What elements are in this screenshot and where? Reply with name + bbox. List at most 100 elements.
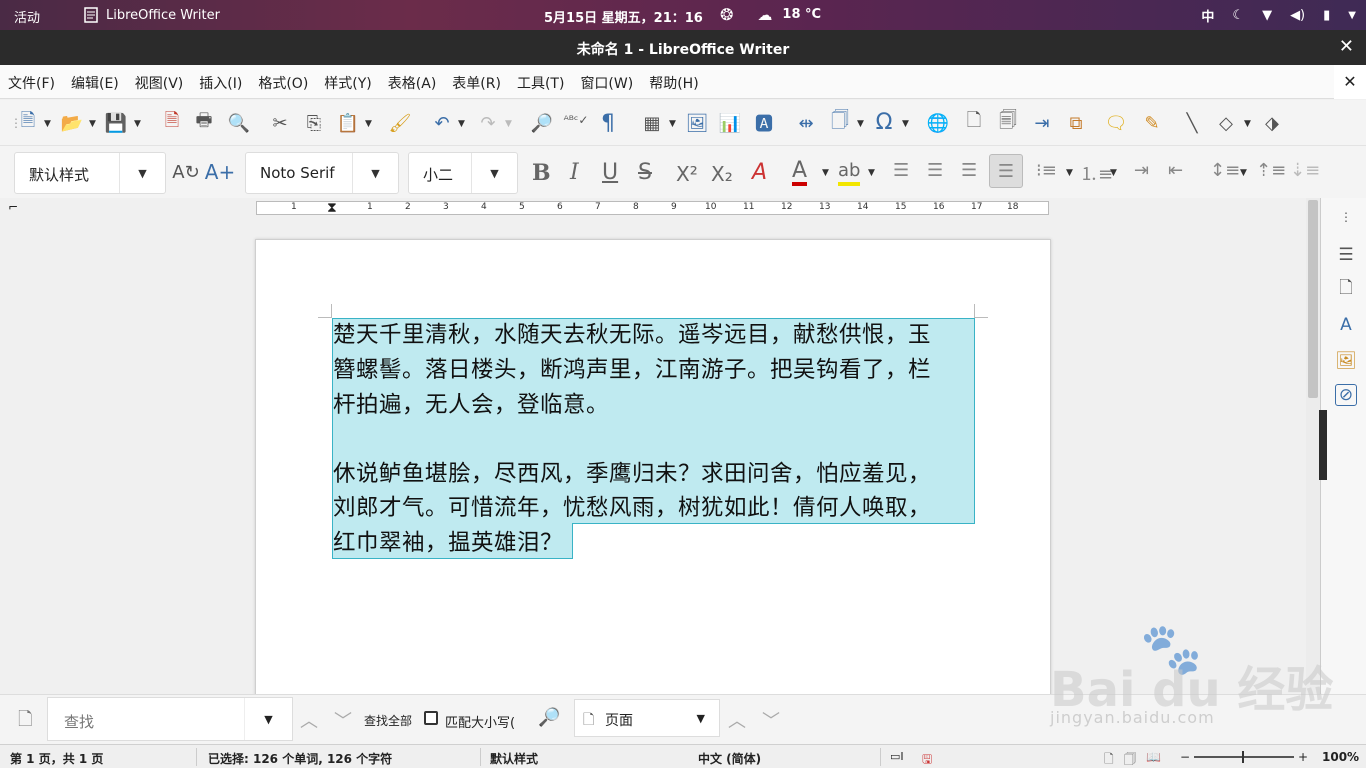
highlight-dropdown-icon[interactable]: ▼ bbox=[868, 168, 875, 178]
menu-view[interactable]: 视图(V) bbox=[135, 73, 184, 93]
battery-icon[interactable]: ▮ bbox=[1323, 8, 1330, 23]
insert-text-box-icon[interactable]: 🅰 bbox=[752, 111, 776, 135]
document-page[interactable]: 楚天千里清秋，水随天去秋无际。遥岑远目，献愁供恨，玉 簪螺髻。落日楼头，断鸿声里… bbox=[255, 239, 1051, 694]
document-close-icon[interactable]: ✕ bbox=[1334, 65, 1366, 99]
basic-shapes-icon[interactable]: ◇ bbox=[1214, 111, 1238, 135]
new-document-icon[interactable]: 🗎 bbox=[16, 110, 40, 135]
open-folder-icon[interactable]: 📂 bbox=[60, 111, 84, 135]
paste-icon[interactable]: 📋 bbox=[336, 111, 360, 135]
special-character-icon[interactable]: Ω bbox=[872, 110, 896, 135]
formatting-marks-icon[interactable]: ¶ bbox=[596, 111, 620, 136]
zoom-in-icon[interactable]: + bbox=[1298, 750, 1308, 764]
menu-styles[interactable]: 样式(Y) bbox=[324, 73, 371, 93]
cut-icon[interactable]: ✂ bbox=[268, 111, 292, 135]
numbered-list-icon[interactable]: ⒈≡ bbox=[1080, 160, 1113, 186]
line-spacing-dropdown-icon[interactable]: ▼ bbox=[1240, 168, 1247, 178]
menu-help[interactable]: 帮助(H) bbox=[649, 73, 698, 93]
chevron-down-icon[interactable]: ▼ bbox=[244, 698, 292, 740]
find-previous-icon[interactable]: ︿ bbox=[300, 707, 318, 733]
menu-form[interactable]: 表单(R) bbox=[452, 73, 501, 93]
properties-icon[interactable]: ☰ bbox=[1335, 244, 1357, 266]
navigate-next-icon[interactable]: ﹀ bbox=[762, 707, 780, 733]
redo-dropdown-icon[interactable]: ▼ bbox=[505, 119, 512, 129]
wifi-icon[interactable]: ▼ bbox=[1262, 8, 1272, 23]
save-icon[interactable]: 💾 bbox=[104, 111, 128, 135]
document-area[interactable]: 楚天千里清秋，水随天去秋无际。遥岑远目，献愁供恨，玉 簪螺髻。落日楼头，断鸿声里… bbox=[0, 220, 1306, 694]
export-pdf-icon[interactable]: 🗎 bbox=[160, 110, 184, 135]
italic-icon[interactable]: I bbox=[570, 160, 579, 185]
insert-comment-icon[interactable]: 🗨 bbox=[1104, 111, 1128, 135]
underline-icon[interactable]: U bbox=[602, 160, 618, 185]
copy-icon[interactable]: ⎘ bbox=[302, 111, 326, 135]
menu-tools[interactable]: 工具(T) bbox=[517, 73, 564, 93]
menu-format[interactable]: 格式(O) bbox=[258, 73, 308, 93]
word-count[interactable]: 已选择: 126 个单词, 126 个字符 bbox=[208, 750, 392, 767]
find-all-button[interactable]: 查找全部 bbox=[364, 712, 412, 729]
text-line[interactable]: 杆拍遍，无人会，登临意。 bbox=[333, 388, 609, 423]
shapes-dropdown-icon[interactable]: ▼ bbox=[1244, 119, 1251, 129]
font-color-dropdown-icon[interactable]: ▼ bbox=[822, 168, 829, 178]
zoom-out-icon[interactable]: − bbox=[1180, 750, 1190, 764]
text-line[interactable]: 休说鲈鱼堪脍，尽西风，季鹰归未？求田问舍，怕应羞见， bbox=[333, 457, 931, 492]
sidebar-collapse-handle[interactable] bbox=[1319, 410, 1327, 480]
volume-icon[interactable]: ◀) bbox=[1290, 8, 1305, 23]
navigator-icon[interactable]: ⊘ bbox=[1335, 384, 1357, 406]
find-replace-icon[interactable]: 🔎 bbox=[530, 111, 554, 135]
text-line[interactable]: 红巾翠袖，揾英雄泪？ bbox=[333, 526, 563, 561]
chevron-down-icon[interactable]: ▼ bbox=[471, 153, 517, 193]
table-dropdown-icon[interactable]: ▼ bbox=[669, 119, 676, 129]
find-replace-icon[interactable]: 🔎 bbox=[538, 707, 560, 728]
vertical-scrollbar[interactable] bbox=[1306, 198, 1320, 694]
align-right-icon[interactable]: ☰ bbox=[961, 160, 977, 181]
zoom-slider-thumb[interactable] bbox=[1242, 751, 1244, 763]
paste-dropdown-icon[interactable]: ▼ bbox=[365, 119, 372, 129]
open-dropdown-icon[interactable]: ▼ bbox=[89, 119, 96, 129]
draw-functions-icon[interactable]: ⬗ bbox=[1260, 111, 1284, 135]
close-find-bar-icon[interactable]: 🗋 bbox=[18, 707, 32, 737]
indent-marker-icon[interactable]: ⧗ bbox=[327, 200, 337, 216]
input-method-indicator[interactable]: 中 bbox=[1201, 6, 1214, 25]
font-name-combo[interactable]: Noto Serif C ▼ bbox=[245, 152, 399, 194]
navigate-by-combo[interactable]: 🗋 页面 ▼ bbox=[574, 699, 720, 737]
insert-line-icon[interactable]: ╲ bbox=[1180, 111, 1204, 135]
font-size-combo[interactable]: 小二 ▼ bbox=[408, 152, 518, 194]
increase-paragraph-spacing-icon[interactable]: ⇡≡ bbox=[1256, 160, 1286, 181]
menu-window[interactable]: 窗口(W) bbox=[580, 73, 633, 93]
insert-table-icon[interactable]: ▦ bbox=[640, 111, 664, 135]
decrease-paragraph-spacing-icon[interactable]: ⇣≡ bbox=[1290, 160, 1320, 181]
new-style-icon[interactable]: A+ bbox=[205, 160, 235, 184]
horizontal-ruler[interactable]: 1 ⧗ 1 2 3 4 5 6 7 8 9 10 11 12 13 14 15 … bbox=[256, 200, 1049, 216]
save-dropdown-icon[interactable]: ▼ bbox=[134, 119, 141, 129]
align-left-icon[interactable]: ☰ bbox=[893, 160, 909, 181]
decrease-indent-icon[interactable]: ⇤ bbox=[1168, 160, 1183, 181]
single-page-view-icon[interactable]: 🗋 bbox=[1104, 750, 1114, 768]
redo-icon[interactable]: ↷ bbox=[476, 111, 500, 135]
sidebar-menu-icon[interactable]: ⋮ bbox=[1335, 206, 1357, 228]
tab-stop-selector-icon[interactable]: ⌐ bbox=[8, 200, 18, 214]
menu-insert[interactable]: 插入(I) bbox=[199, 73, 242, 93]
chevron-down-icon[interactable]: ▼ bbox=[352, 153, 398, 193]
field-dropdown-icon[interactable]: ▼ bbox=[857, 119, 864, 129]
insert-footnote-icon[interactable]: 🗋 bbox=[962, 110, 986, 135]
chevron-down-icon[interactable]: ▼ bbox=[119, 153, 165, 193]
gallery-icon[interactable]: 🖼 bbox=[1335, 350, 1357, 372]
bullet-list-icon[interactable]: ⁝≡ bbox=[1036, 160, 1057, 181]
increase-indent-icon[interactable]: ⇥ bbox=[1134, 160, 1149, 181]
print-preview-icon[interactable]: 🔍 bbox=[227, 111, 251, 135]
new-dropdown-icon[interactable]: ▼ bbox=[44, 119, 51, 129]
text-line[interactable]: 簪螺髻。落日楼头，断鸿声里，江南游子。把吴钩看了，栏 bbox=[333, 353, 931, 388]
spellcheck-icon[interactable]: ᴬᴮᶜ✓ bbox=[564, 108, 589, 132]
track-changes-icon[interactable]: ✎ bbox=[1140, 111, 1164, 135]
book-view-icon[interactable]: 📖 bbox=[1146, 750, 1161, 764]
text-line[interactable]: 楚天千里清秋，水随天去秋无际。遥岑远目，献愁供恨，玉 bbox=[333, 318, 931, 353]
multi-page-view-icon[interactable]: 🗍 bbox=[1124, 750, 1136, 768]
print-icon[interactable]: 🖶 bbox=[192, 110, 216, 135]
app-menu[interactable]: LibreOffice Writer bbox=[84, 7, 220, 23]
clone-formatting-icon[interactable]: 🖌 bbox=[388, 111, 412, 135]
insert-chart-icon[interactable]: 📊 bbox=[718, 111, 742, 135]
insert-page-break-icon[interactable]: ⇹ bbox=[794, 111, 818, 135]
zoom-level[interactable]: 100% bbox=[1322, 750, 1359, 764]
strikethrough-icon[interactable]: S bbox=[638, 160, 652, 185]
document-modified-icon[interactable]: 🖫 bbox=[922, 750, 932, 768]
text-language[interactable]: 中文 (简体) bbox=[698, 750, 761, 767]
